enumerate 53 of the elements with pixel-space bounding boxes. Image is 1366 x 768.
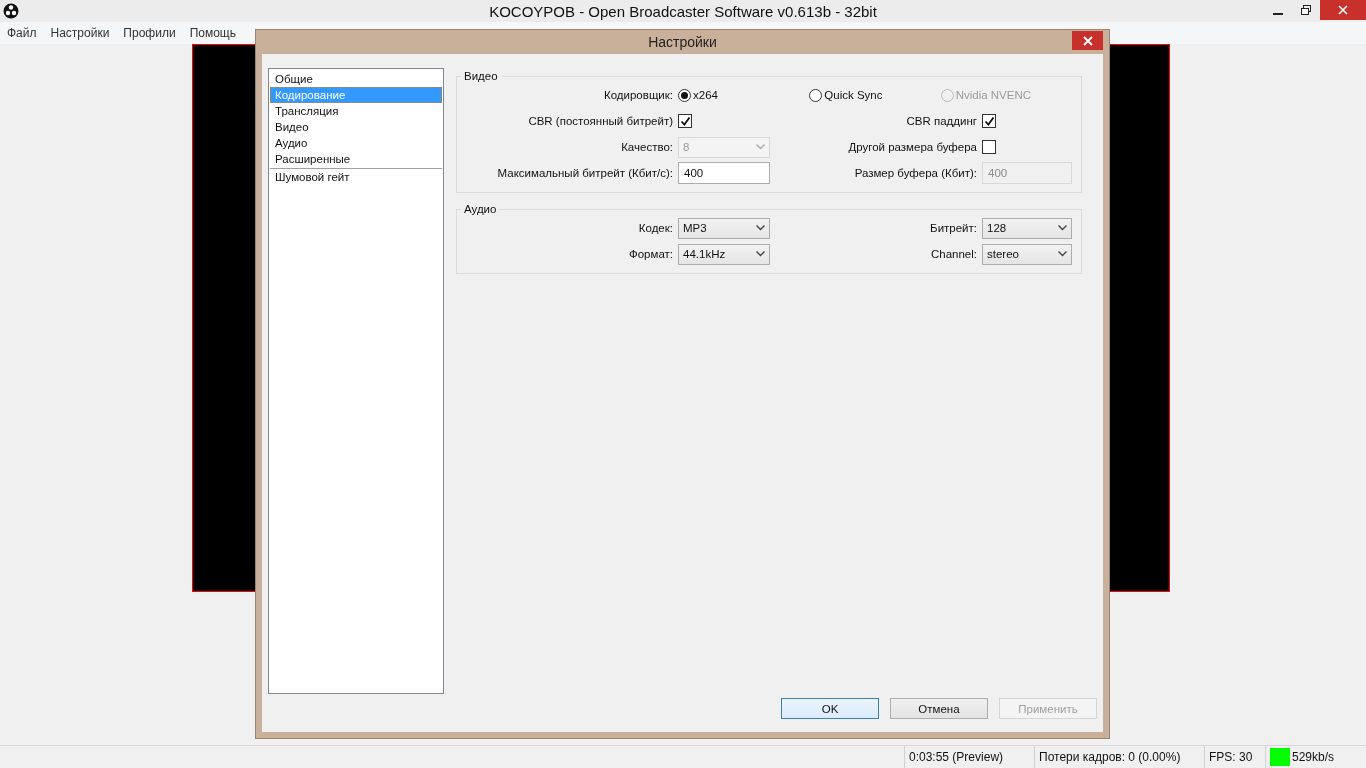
dropped-frames: Потери кадров: 0 (0.00%) [1035,746,1205,768]
app-logo-icon [3,3,19,19]
status-indicator [1270,748,1290,766]
checkbox[interactable] [678,114,692,128]
encoder-radio[interactable]: Quick Sync [809,88,941,102]
caret-icon [1058,251,1067,257]
field-label: Качество: [620,141,674,153]
restore-icon [1301,5,1311,15]
bitrate-readout: 529kb/s [1292,750,1335,764]
audio-dropdown[interactable]: 44.1kHz [678,243,770,265]
field-label: Формат: [627,248,674,260]
audio-dropdown[interactable]: stereo [982,243,1072,265]
preview-time: 0:03:55 (Preview) [905,746,1035,768]
field-label: Максимальный битрейт (Кбит/с): [496,167,674,179]
close-icon [1082,35,1093,46]
menu-item[interactable]: Помощь [189,26,236,40]
field-label: Другой размера буфера [847,141,978,153]
menu-item[interactable]: Профили [123,26,176,40]
caret-icon [756,225,765,231]
caret-icon [756,144,765,150]
max-bitrate-field[interactable]: 400 [678,162,770,184]
caret-icon [1058,225,1067,231]
category-item[interactable]: Аудио [270,135,442,151]
menu-item[interactable]: Файл [7,26,37,40]
field-label: Кодировщик: [603,89,674,101]
field-label: CBR (постоянный битрейт) [527,115,674,127]
dialog-title: Настройки [648,34,717,50]
field-label: Размер буфера (Кбит): [853,167,978,179]
dialog-button[interactable]: Отмена [890,698,988,719]
menu-item[interactable]: Настройки [50,26,110,40]
category-item[interactable]: Расширенные [270,151,442,167]
close-icon [1338,5,1348,15]
field-label: CBR паддинг [905,115,978,127]
category-item[interactable]: Общие [270,71,442,87]
close-button[interactable] [1072,31,1103,50]
category-item[interactable]: Видео [270,119,442,135]
window-title: KOCOYPOB - Open Broadcaster Software v0.613b - 32bit [489,3,877,20]
category-item[interactable]: Трансляция [270,103,442,119]
group-title: Аудио [463,203,498,215]
minimize-icon [1273,12,1283,15]
category-item[interactable]: Шумовой гейт [270,169,442,185]
field-label: Channel: [929,248,978,260]
field-label: Битрейт: [929,222,978,234]
checkbox[interactable] [982,140,996,154]
group-title: Видео [463,70,499,82]
encoder-radio[interactable]: x264 [678,88,810,102]
fps-readout: FPS: 30 [1205,746,1266,768]
audio-dropdown[interactable]: 128 [982,217,1072,239]
field-label: Кодек: [637,222,674,234]
audio-dropdown[interactable]: MP3 [678,217,770,239]
dialog-button[interactable]: OK [781,698,879,719]
caret-icon [756,251,765,257]
checkbox[interactable] [982,114,996,128]
